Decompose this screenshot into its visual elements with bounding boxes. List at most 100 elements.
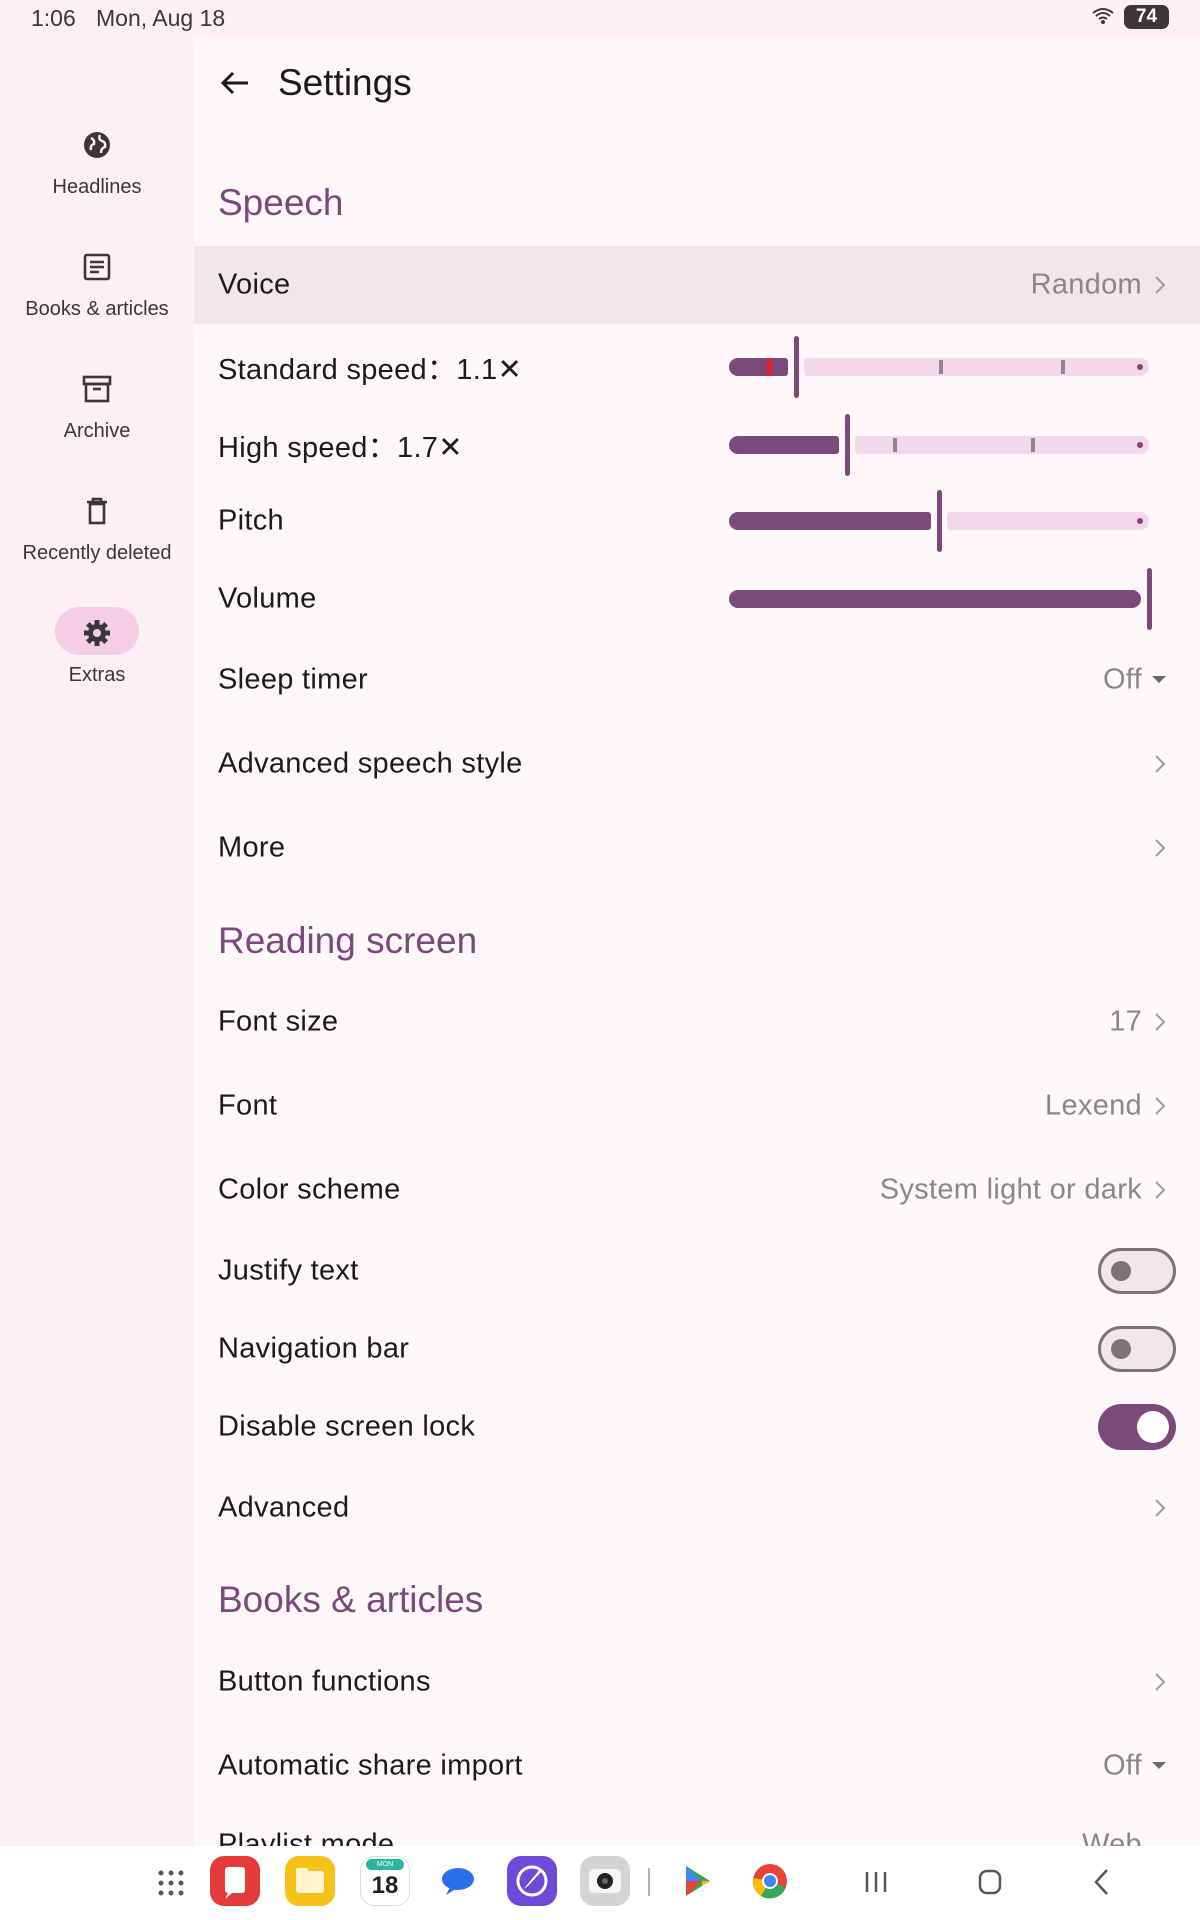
setting-value: 17 xyxy=(1109,1005,1142,1038)
setting-label: Advanced xyxy=(218,1491,350,1524)
disable-screen-lock-toggle[interactable] xyxy=(1098,1404,1176,1450)
section-header-books-articles: Books & articles xyxy=(218,1579,484,1620)
color-scheme-setting[interactable]: Color scheme System light or dark xyxy=(194,1151,1200,1229)
automatic-share-import-setting[interactable]: Automatic share import Off xyxy=(194,1727,1200,1805)
justify-text-toggle[interactable] xyxy=(1098,1248,1176,1294)
dropdown-arrow-icon xyxy=(1152,676,1166,683)
calendar-app-icon[interactable]: MON 18 xyxy=(360,1856,410,1906)
chrome-app-icon[interactable] xyxy=(745,1856,795,1906)
setting-label: High speed：1.7✕ xyxy=(218,432,463,464)
chevron-right-icon xyxy=(1155,839,1166,857)
wifi-icon xyxy=(1092,8,1114,24)
home-icon[interactable] xyxy=(970,1864,1010,1900)
slider-active-track xyxy=(729,512,931,530)
setting-label: Voice xyxy=(218,268,291,301)
toggle-knob xyxy=(1137,1411,1169,1443)
setting-value: Off xyxy=(1102,1749,1142,1782)
volume-setting: Volume xyxy=(194,560,1200,638)
pitch-slider[interactable] xyxy=(729,486,1159,556)
chevron-right-icon xyxy=(1155,1013,1166,1031)
slider-tick xyxy=(893,438,897,452)
slider-end-dot xyxy=(1137,518,1143,524)
calendar-day-label: MON xyxy=(366,1859,404,1870)
setting-value: Off xyxy=(1102,663,1142,696)
chevron-right-icon xyxy=(1155,276,1166,294)
chevron-right-icon xyxy=(1155,1499,1166,1517)
disable-screen-lock-setting[interactable]: Disable screen lock xyxy=(194,1388,1200,1466)
taskbar: MON 18 xyxy=(0,1846,1200,1920)
calendar-date-label: 18 xyxy=(371,1872,399,1899)
recents-icon[interactable] xyxy=(856,1864,896,1900)
app-drawer-icon[interactable] xyxy=(156,1868,186,1898)
rail-label: Books & articles xyxy=(25,298,169,320)
chevron-right-icon xyxy=(1155,755,1166,773)
slider-inactive-track xyxy=(947,512,1149,530)
setting-value: Random xyxy=(1030,268,1142,301)
dock-divider xyxy=(648,1868,650,1896)
section-header-reading-screen: Reading screen xyxy=(218,920,478,961)
files-app-icon[interactable] xyxy=(285,1856,335,1906)
back-icon[interactable] xyxy=(1082,1864,1122,1900)
font-setting[interactable]: Font Lexend xyxy=(194,1067,1200,1145)
volume-slider[interactable] xyxy=(729,564,1159,634)
browser-app-icon[interactable] xyxy=(507,1856,557,1906)
playlist-mode-setting[interactable]: Playlist mode Web xyxy=(194,1806,1200,1847)
setting-label: Button functions xyxy=(218,1665,431,1698)
rail-item-headlines[interactable]: Headlines xyxy=(0,128,194,228)
rail-label: Recently deleted xyxy=(22,542,172,564)
chevron-right-icon xyxy=(1155,1181,1166,1199)
voice-setting[interactable]: Voice Random xyxy=(194,246,1200,324)
archive-icon xyxy=(80,372,114,406)
standard-speed-slider[interactable] xyxy=(729,332,1159,402)
trash-icon xyxy=(80,494,114,528)
slider-active-track xyxy=(729,436,839,454)
dropdown-arrow-icon xyxy=(1152,1762,1166,1769)
rail-item-books-articles[interactable]: Books & articles xyxy=(0,250,194,350)
slider-end-dot xyxy=(1137,442,1143,448)
slider-inactive-track xyxy=(804,358,1149,376)
rail-label: Extras xyxy=(68,664,126,686)
advanced-speech-style-setting[interactable]: Advanced speech style xyxy=(194,725,1200,803)
slider-thumb xyxy=(845,414,850,476)
camera-app-icon[interactable] xyxy=(580,1856,630,1906)
slider-tick xyxy=(1061,360,1065,374)
setting-label: Automatic share import xyxy=(218,1749,523,1782)
high-speed-slider[interactable] xyxy=(729,410,1159,480)
slider-inactive-track xyxy=(855,436,1149,454)
setting-label: Justify text xyxy=(218,1254,359,1287)
button-functions-setting[interactable]: Button functions xyxy=(194,1643,1200,1721)
sleep-timer-setting[interactable]: Sleep timer Off xyxy=(194,641,1200,719)
gear-icon xyxy=(80,616,114,650)
setting-label: Pitch xyxy=(218,504,284,537)
setting-label: More xyxy=(218,831,286,864)
setting-value: System light or dark xyxy=(879,1173,1142,1206)
justify-text-setting[interactable]: Justify text xyxy=(194,1232,1200,1310)
section-header-speech: Speech xyxy=(218,182,344,223)
setting-label: Standard speed：1.1✕ xyxy=(218,354,523,386)
play-store-icon[interactable] xyxy=(672,1856,722,1906)
chevron-right-icon xyxy=(1155,1097,1166,1115)
more-setting[interactable]: More xyxy=(194,809,1200,887)
setting-label: Color scheme xyxy=(218,1173,401,1206)
status-bar: 1:06 Mon, Aug 18 74 xyxy=(0,0,1200,36)
globe-icon xyxy=(80,128,114,162)
messages-app-icon[interactable] xyxy=(433,1856,483,1906)
rail-item-extras[interactable]: Extras xyxy=(0,607,194,716)
advanced-setting[interactable]: Advanced xyxy=(194,1469,1200,1547)
rail-item-archive[interactable]: Archive xyxy=(0,372,194,472)
rail-item-recently-deleted[interactable]: Recently deleted xyxy=(0,494,194,594)
slider-tick xyxy=(939,360,943,374)
navigation-bar-setting[interactable]: Navigation bar xyxy=(194,1310,1200,1388)
navigation-bar-toggle[interactable] xyxy=(1098,1326,1176,1372)
setting-value: Lexend xyxy=(1045,1089,1142,1122)
setting-label: Volume xyxy=(218,582,317,615)
slider-active-track xyxy=(729,590,1141,608)
rail-label: Headlines xyxy=(52,176,142,198)
setting-label: Playlist mode xyxy=(218,1828,395,1847)
font-size-setting[interactable]: Font size 17 xyxy=(194,983,1200,1061)
back-arrow-icon[interactable] xyxy=(218,66,252,100)
notes-app-icon[interactable] xyxy=(210,1856,260,1906)
toggle-knob xyxy=(1111,1261,1131,1281)
slider-thumb xyxy=(937,490,942,552)
page-title: Settings xyxy=(278,62,412,103)
